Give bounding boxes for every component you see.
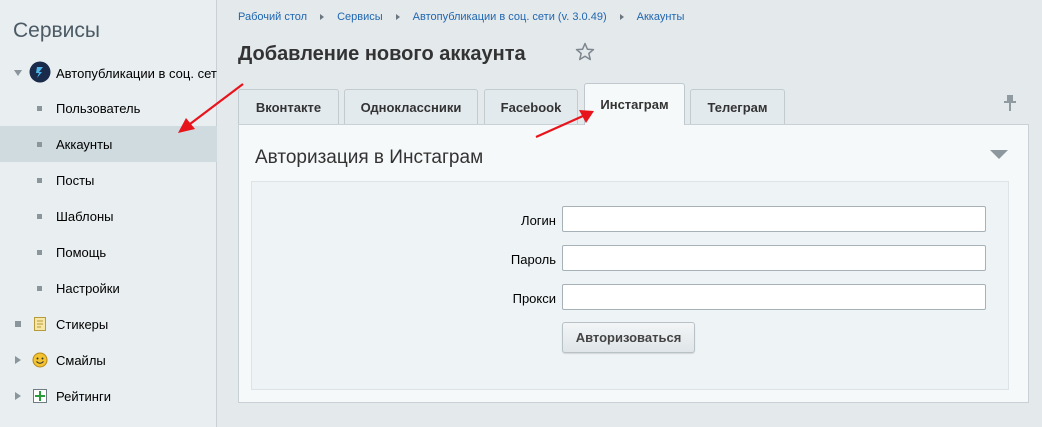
proxy-input[interactable] bbox=[562, 284, 986, 310]
bullet-icon bbox=[37, 250, 42, 255]
proxy-label: Прокси bbox=[512, 291, 556, 306]
sidebar-item-settings[interactable]: Настройки bbox=[0, 270, 217, 306]
panel-heading: Авторизация в Инстаграм bbox=[255, 147, 484, 168]
smiley-icon bbox=[32, 352, 48, 368]
bullet-icon bbox=[37, 106, 42, 111]
breadcrumb-separator-icon bbox=[320, 14, 325, 20]
sidebar-item-ratings[interactable]: Рейтинги bbox=[0, 378, 217, 414]
breadcrumb-separator-icon bbox=[619, 14, 624, 20]
sidebar-item-accounts[interactable]: Аккаунты bbox=[0, 126, 217, 162]
bullet-icon bbox=[37, 142, 42, 147]
sidebar-item-templates[interactable]: Шаблоны bbox=[0, 198, 217, 234]
sidebar-item-help[interactable]: Помощь bbox=[0, 234, 217, 270]
password-label: Пароль bbox=[510, 252, 556, 267]
bullet-icon bbox=[15, 321, 21, 327]
sidebar-item-autopost[interactable]: Автопубликации в соц. сети bbox=[0, 55, 217, 91]
breadcrumb-item-services[interactable]: Сервисы bbox=[337, 11, 383, 23]
rating-plus-icon bbox=[32, 388, 48, 404]
breadcrumb-separator-icon bbox=[395, 14, 400, 20]
breadcrumb-item-autopost[interactable]: Автопубликации в соц. сети (v. 3.0.49) bbox=[413, 11, 607, 23]
page-title: Добавление нового аккаунта bbox=[238, 43, 526, 65]
breadcrumb-item-accounts[interactable]: Аккаунты bbox=[637, 11, 685, 23]
bullet-icon bbox=[37, 214, 42, 219]
sticker-icon bbox=[32, 316, 48, 332]
tab-instagram[interactable]: Инстаграм bbox=[584, 83, 685, 125]
password-input[interactable] bbox=[562, 245, 986, 271]
login-label: Логин bbox=[521, 213, 556, 228]
chevron-down-icon[interactable] bbox=[14, 70, 22, 76]
tab-facebook[interactable]: Facebook bbox=[484, 89, 578, 124]
breadcrumb: Рабочий стол Сервисы Автопубликации в со… bbox=[238, 11, 684, 23]
sidebar-item-user[interactable]: Пользователь bbox=[0, 90, 217, 126]
sidebar-item-posts[interactable]: Посты bbox=[0, 162, 217, 198]
chevron-right-icon[interactable] bbox=[15, 392, 21, 400]
sidebar: Сервисы Автопубликации в соц. сети Польз… bbox=[0, 0, 217, 427]
pin-icon[interactable] bbox=[1003, 94, 1017, 112]
sidebar-item-stickers[interactable]: Стикеры bbox=[0, 306, 217, 342]
breadcrumb-item-desktop[interactable]: Рабочий стол bbox=[238, 11, 307, 23]
star-icon[interactable] bbox=[575, 42, 595, 62]
tab-odnoklassniki[interactable]: Одноклассники bbox=[344, 89, 478, 124]
bullet-icon bbox=[37, 286, 42, 291]
auth-form: Логин Пароль Прокси Авторизоваться bbox=[251, 181, 1009, 390]
autopost-logo-icon bbox=[29, 61, 51, 83]
chevron-right-icon[interactable] bbox=[15, 356, 21, 364]
bullet-icon bbox=[37, 178, 42, 183]
sidebar-item-smiles[interactable]: Смайлы bbox=[0, 342, 217, 378]
sidebar-title: Сервисы bbox=[13, 19, 101, 42]
auth-panel: Авторизация в Инстаграм Логин Пароль Про… bbox=[238, 124, 1029, 403]
login-input[interactable] bbox=[562, 206, 986, 232]
tab-telegram[interactable]: Телеграм bbox=[690, 89, 785, 124]
tab-vkontakte[interactable]: Вконтакте bbox=[238, 89, 339, 124]
collapse-triangle-icon[interactable] bbox=[990, 150, 1008, 159]
authorize-button[interactable]: Авторизоваться bbox=[562, 322, 695, 353]
